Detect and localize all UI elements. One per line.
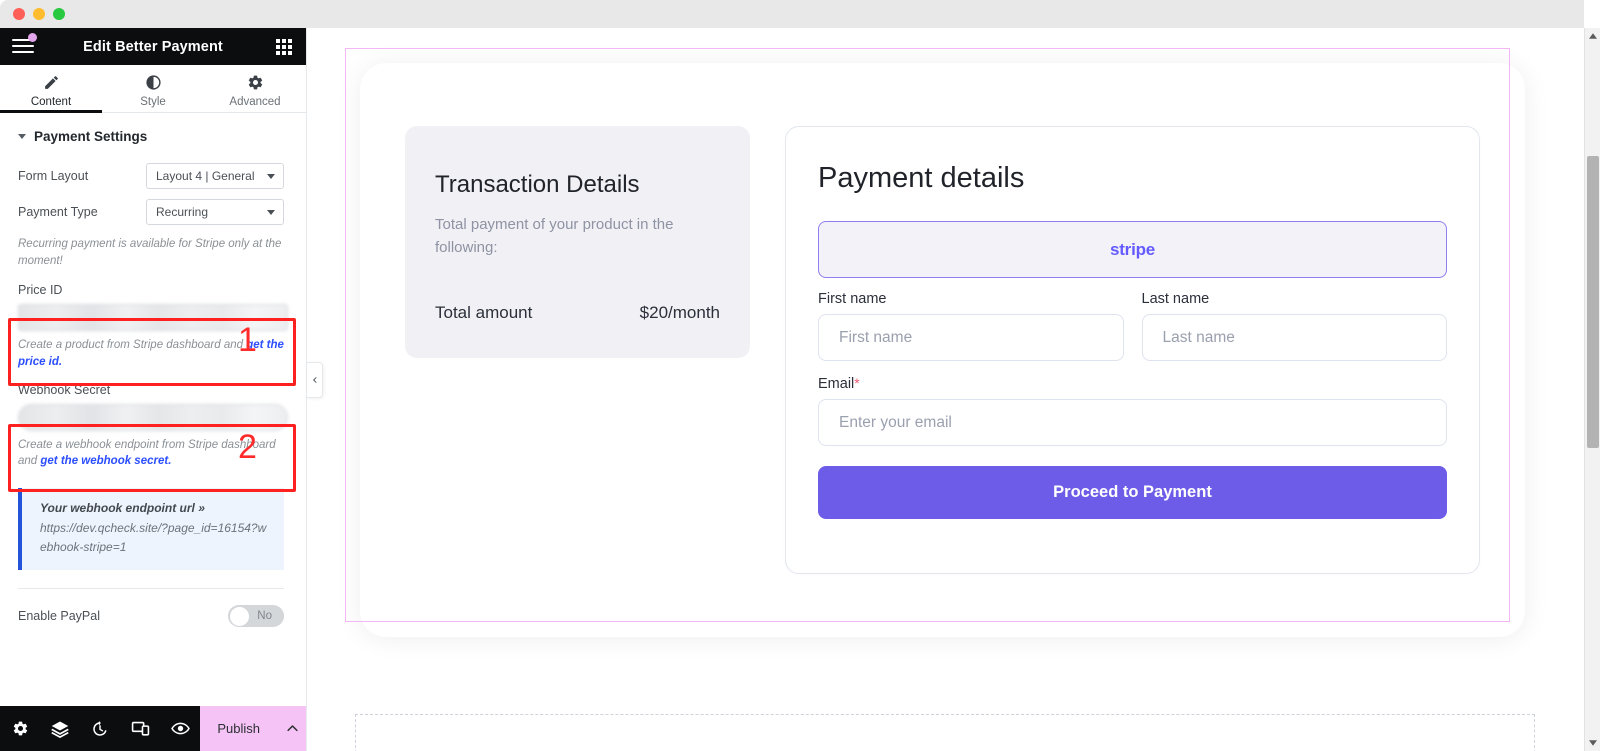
editor-sidebar-panel: Edit Better Payment Content Style Advanc… [0,28,307,751]
form-layout-select[interactable]: Layout 4 | General [146,163,284,189]
get-webhook-secret-link[interactable]: get the webhook secret. [40,455,171,467]
panel-tabs: Content Style Advanced [0,65,306,113]
webhook-secret-group: Webhook Secret [0,375,306,431]
enable-paypal-label: Enable PayPal [18,609,101,624]
price-id-help: Create a product from Stripe dashboard a… [0,331,306,374]
price-id-label: Price ID [18,283,63,298]
webhook-endpoint-title: Your webhook endpoint url » [40,501,205,516]
price-id-help-text: Create a product from Stripe dashboard a… [18,339,247,352]
widget-dropzone[interactable] [355,714,1535,751]
recurring-availability-note: Recurring payment is available for Strip… [18,238,282,267]
scroll-up-arrow[interactable] [1585,28,1600,44]
history-clock-icon[interactable] [80,706,120,751]
tab-advanced[interactable]: Advanced [204,65,306,112]
widget-selection-outline [345,48,1510,622]
window-minimize-button[interactable] [33,8,45,20]
payment-type-select[interactable]: Recurring [146,199,284,225]
tab-advanced-label: Advanced [229,95,281,108]
responsive-devices-icon[interactable] [120,706,160,751]
chevron-left-icon [312,377,316,383]
form-layout-label: Form Layout [18,169,89,183]
tab-style-label: Style [140,95,166,108]
payment-type-label: Payment Type [18,205,98,219]
webhook-secret-input[interactable] [18,403,288,431]
scrollbar-thumb[interactable] [1587,156,1599,448]
window-maximize-button[interactable] [53,8,65,20]
settings-gear-icon[interactable] [0,706,40,751]
webhook-secret-label: Webhook Secret [18,382,111,397]
navigator-layers-icon[interactable] [40,706,80,751]
control-form-layout: Form Layout Layout 4 | General [0,158,306,194]
canvas-scrollbar[interactable] [1584,28,1600,751]
enable-paypal-toggle[interactable]: No [228,605,284,628]
publish-button[interactable]: Publish [200,706,278,751]
scroll-down-arrow[interactable] [1585,735,1600,751]
annotation-number-1: 1 [238,321,257,359]
tab-content-label: Content [30,95,72,108]
chevron-down-icon [267,173,275,179]
section-payment-settings[interactable]: Payment Settings [0,113,306,158]
panel-title: Edit Better Payment [83,38,223,55]
window-titlebar [0,0,320,28]
toggle-state-label: No [257,610,272,623]
grid-apps-icon[interactable] [276,38,292,55]
tab-content[interactable]: Content [0,65,102,113]
gear-icon [248,75,262,89]
panel-header: Edit Better Payment [0,28,306,65]
price-id-group: Price ID [0,273,306,332]
section-title: Payment Settings [34,129,148,144]
editor-canvas: Transaction Details Total payment of you… [308,28,1584,751]
notification-dot-icon [28,32,37,42]
chevron-down-icon [267,209,275,215]
tab-style[interactable]: Style [102,65,204,112]
hamburger-menu-icon[interactable] [12,32,37,55]
toggle-knob [229,606,249,626]
publish-options-chevron-up-icon[interactable] [277,706,306,751]
window-top-strip [320,0,1584,28]
preview-eye-icon[interactable] [160,706,200,751]
caret-down-icon [18,134,26,139]
panel-collapse-handle[interactable] [307,362,323,398]
panel-footer: Publish [0,706,306,751]
annotation-number-2: 2 [238,428,257,466]
payment-type-value: Recurring [156,205,209,219]
webhook-endpoint-url: https://dev.qcheck.site/?page_id=16154?w… [40,521,267,554]
contrast-half-circle-icon [145,74,161,90]
pencil-icon [44,75,58,89]
control-enable-paypal: Enable PayPal No [0,589,306,628]
webhook-endpoint-callout: Your webhook endpoint url » https://dev.… [18,488,284,571]
form-layout-value: Layout 4 | General [156,169,255,183]
window-close-button[interactable] [13,8,25,20]
control-payment-type: Payment Type Recurring [0,194,306,230]
webhook-secret-help: Create a webhook endpoint from Stripe da… [0,431,306,474]
